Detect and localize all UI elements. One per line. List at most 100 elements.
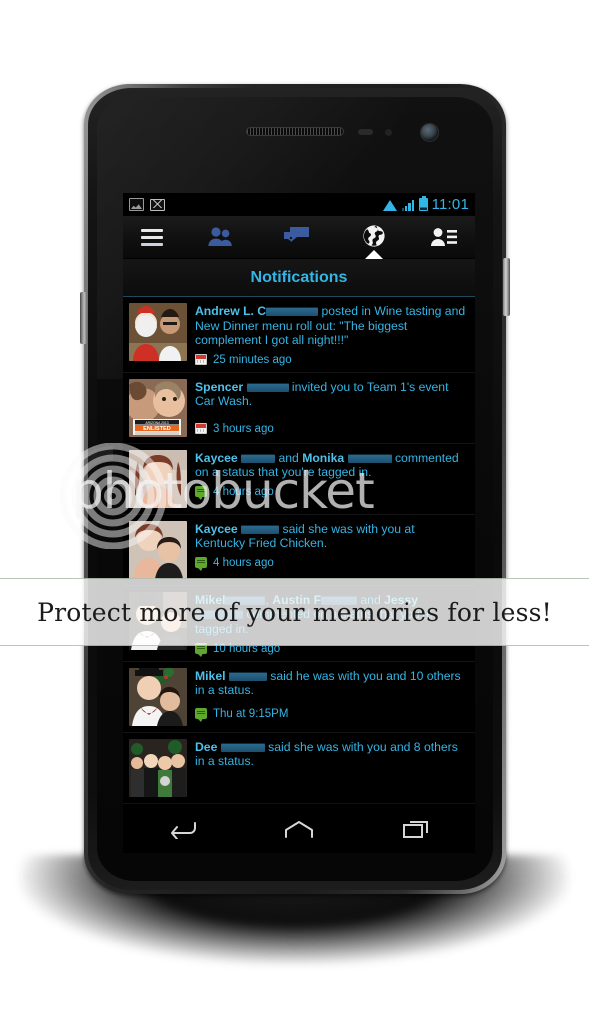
redaction-bar (195, 610, 243, 620)
notification-actor: Kaycee (195, 450, 238, 465)
home-icon (284, 820, 313, 838)
avatar (129, 303, 187, 361)
notification-text: Dee said she was with you and 8 others i… (195, 740, 467, 769)
avatar (129, 449, 187, 508)
earpiece-speaker (246, 127, 344, 136)
proximity-sensor-icon (358, 129, 373, 135)
power-button[interactable] (503, 258, 510, 316)
svg-text:ARIZONA 2013: ARIZONA 2013 (145, 421, 168, 425)
comment-icon (195, 557, 207, 572)
notification-actor: Andrew L. C (195, 304, 267, 318)
notification-actor: Kaycee (195, 521, 238, 536)
status-bar-right: 11:01 (382, 195, 469, 213)
phone-device: 11:01 Notifications Andrew L. C posted i… (80, 84, 510, 894)
comment-icon (195, 643, 207, 658)
recent-apps-icon (403, 820, 429, 838)
notification-actor-2: Monika (302, 450, 345, 465)
notification-timestamp: 4 hours ago (213, 485, 274, 498)
notification-timestamp: 25 minutes ago (213, 353, 292, 366)
phone-screen: 11:01 Notifications Andrew L. C posted i… (123, 193, 475, 853)
notification-text: Kaycee and Monika commented on a status … (195, 450, 459, 480)
comment-icon (195, 486, 207, 501)
redaction-bar (321, 595, 358, 605)
notifications-list[interactable]: Andrew L. C posted in Wine tasting and N… (123, 297, 475, 803)
notification-timestamp: 3 hours ago (213, 422, 274, 435)
page-title-bar: Notifications (123, 259, 475, 297)
hamburger-menu-icon (141, 228, 163, 246)
status-bar-left (129, 198, 165, 211)
list-item[interactable]: Andrew L. C posted in Wine tasting and N… (123, 297, 475, 373)
redaction-bar (220, 742, 265, 752)
notification-body: Spencer invited you to Team 1's event Ca… (195, 379, 467, 437)
notification-body: Dee said she was with you and 8 others i… (195, 739, 467, 797)
notification-text: Andrew L. C posted in Wine tasting and N… (195, 304, 467, 348)
nav-home-button[interactable] (271, 812, 327, 846)
list-item[interactable]: Mikel, Austin F and Jessy commented on a… (123, 585, 475, 662)
android-nav-bar (123, 803, 475, 853)
tab-messages[interactable] (258, 216, 335, 258)
comment-icon (195, 708, 207, 723)
notification-meta: 10 hours ago (195, 642, 467, 658)
active-tab-indicator (365, 250, 384, 259)
back-arrow-icon (170, 821, 196, 839)
notification-meta: 4 hours ago (195, 557, 467, 572)
svg-text:ENLISTED: ENLISTED (143, 426, 171, 432)
list-item[interactable]: Dee said she was with you and 8 others i… (123, 732, 475, 803)
notification-body: Mikel said he was with you and 10 others… (195, 668, 467, 726)
avatar (129, 591, 187, 650)
redaction-bar (266, 307, 319, 316)
list-item[interactable]: Kaycee said she was with you at Kentucky… (123, 514, 475, 586)
notification-body: Andrew L. C posted in Wine tasting and N… (195, 303, 467, 366)
notification-text: Kaycee said she was with you at Kentucky… (195, 522, 467, 551)
tab-globe[interactable] (336, 216, 413, 259)
signal-icon (401, 199, 415, 211)
notification-meta: 4 hours ago (195, 485, 467, 501)
front-camera-icon (421, 124, 438, 141)
tab-contacts[interactable] (413, 216, 475, 258)
messages-icon (283, 227, 309, 242)
volume-button[interactable] (80, 292, 87, 344)
notification-text: Spencer invited you to Team 1's event Ca… (195, 380, 467, 409)
redaction-bar (246, 382, 289, 392)
notification-actor-3: Jessy (384, 592, 419, 607)
notification-text: Mikel, Austin F and Jessy commented on a… (195, 592, 433, 636)
list-item[interactable]: ARIZONA 2013 ENLISTED Spencer invited yo… (123, 372, 475, 444)
phone-glass: 11:01 Notifications Andrew L. C posted i… (97, 97, 493, 881)
redaction-bar (347, 453, 392, 463)
notification-body: Kaycee and Monika commented on a status … (195, 450, 467, 508)
redaction-bar (241, 453, 276, 463)
tab-menu[interactable] (123, 216, 181, 258)
screenshot-stage: 11:01 Notifications Andrew L. C posted i… (0, 0, 589, 1023)
redaction-bar (228, 671, 267, 681)
light-sensor-icon (385, 129, 392, 136)
list-item[interactable]: Kaycee and Monika commented on a status … (123, 443, 475, 515)
battery-icon (418, 195, 428, 211)
notification-meta: 25 minutes ago (195, 354, 467, 366)
redaction-bar (241, 524, 280, 534)
notification-actor: Mikel (195, 592, 226, 607)
notification-text: Mikel said he was with you and 10 others… (195, 669, 467, 698)
tab-friends[interactable] (181, 216, 258, 258)
notification-timestamp: 10 hours ago (213, 642, 281, 655)
list-item[interactable]: Mikel said he was with you and 10 others… (123, 661, 475, 733)
wifi-icon (382, 199, 398, 211)
notification-actor: Dee (195, 739, 218, 754)
notification-actor: Mikel (195, 668, 226, 683)
notification-timestamp: Thu at 9:15PM (213, 707, 289, 720)
redaction-bar (225, 595, 266, 605)
calendar-icon (195, 354, 207, 366)
page-title: Notifications (250, 268, 348, 286)
status-bar-clock: 11:01 (431, 196, 469, 213)
status-bar: 11:01 (123, 193, 475, 216)
nav-back-button[interactable] (154, 812, 210, 846)
app-tab-bar (123, 216, 475, 259)
nav-recents-button[interactable] (388, 812, 444, 846)
screenshot-icon (129, 198, 144, 211)
gmail-icon (150, 198, 165, 211)
phone-bezel: 11:01 Notifications Andrew L. C posted i… (88, 88, 502, 890)
notification-actor-2: Austin F (272, 592, 322, 607)
notification-actor: Spencer (195, 379, 244, 394)
avatar (129, 738, 187, 797)
globe-icon (363, 225, 385, 247)
contacts-list-icon (430, 228, 457, 246)
